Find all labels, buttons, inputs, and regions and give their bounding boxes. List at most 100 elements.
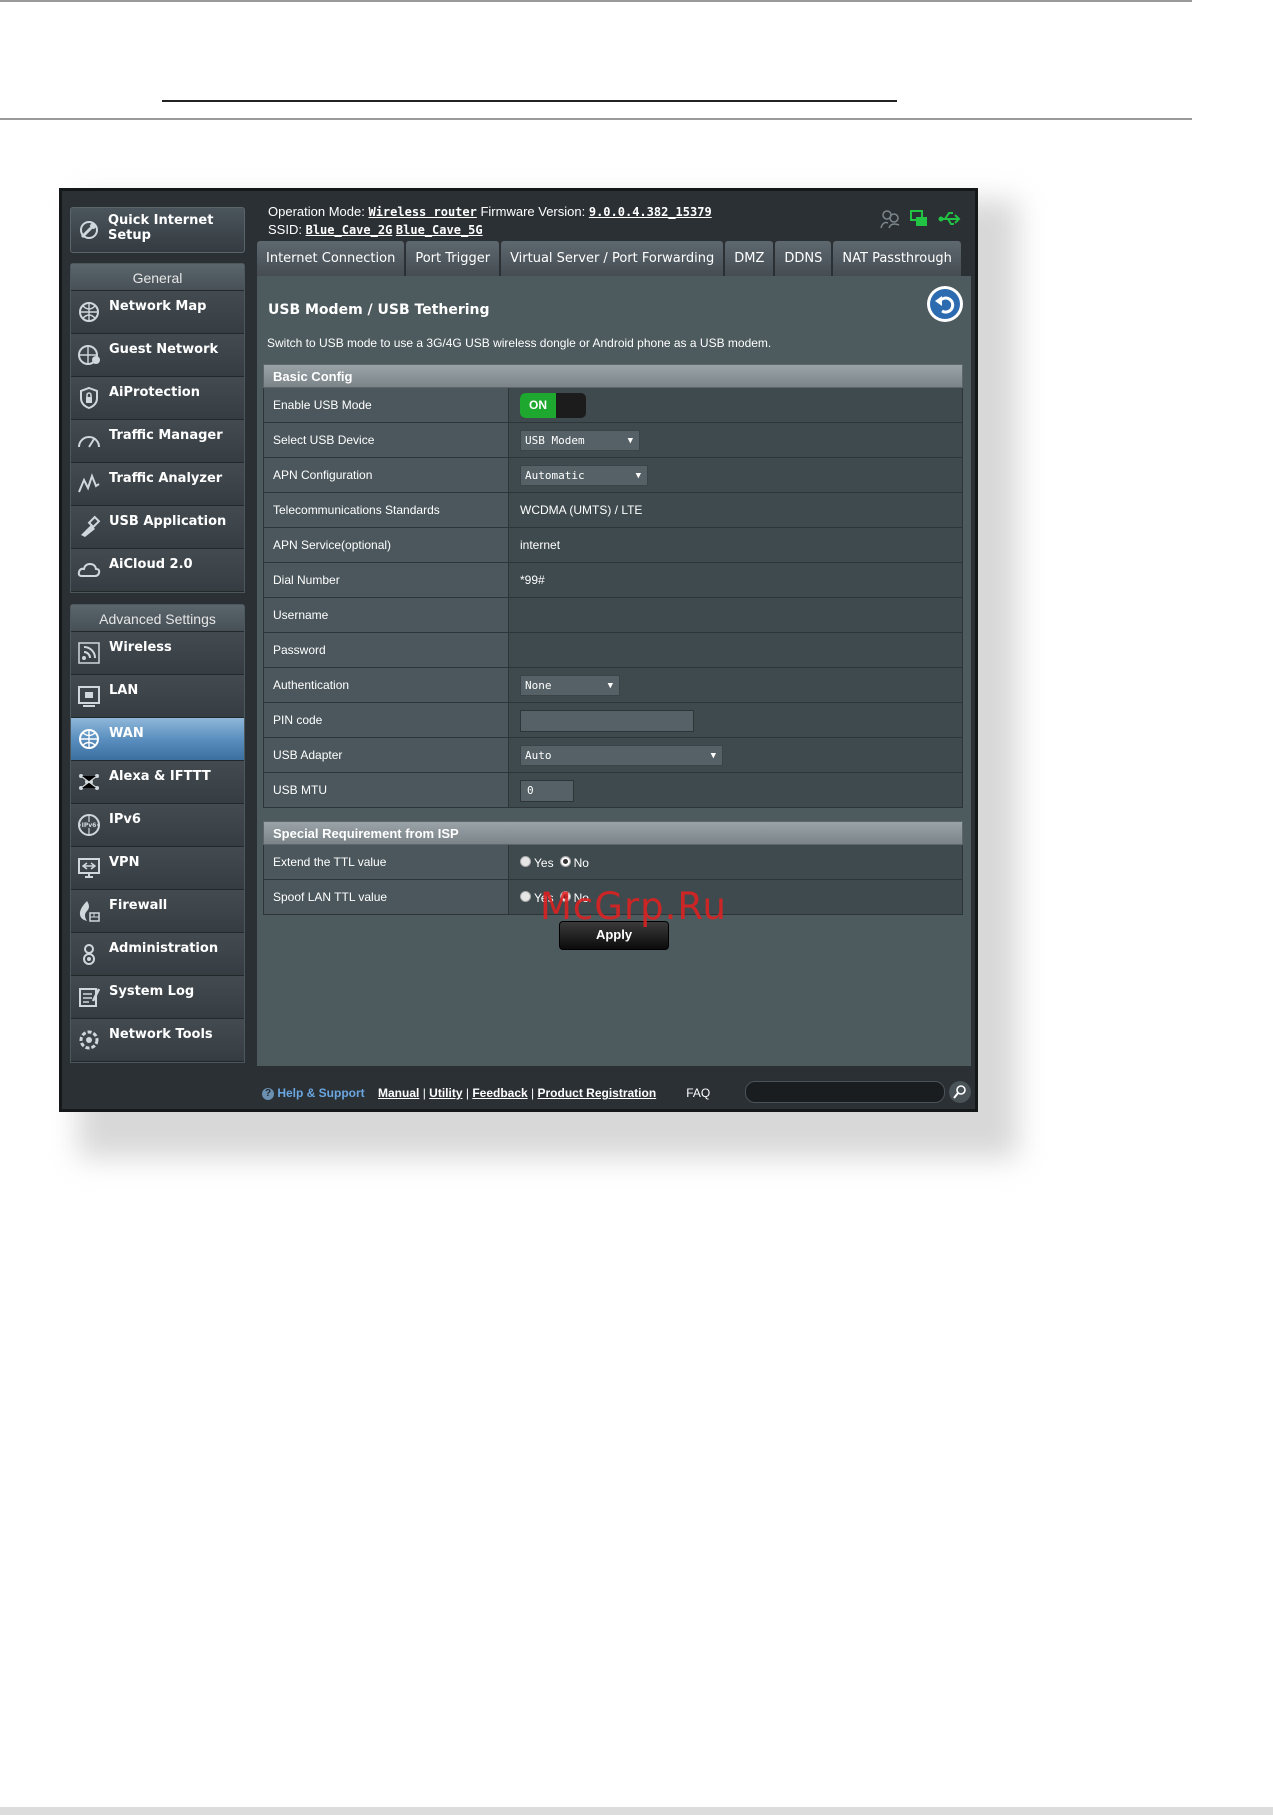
back-button[interactable] [927, 286, 963, 322]
sidebar-item-wireless[interactable]: Wireless [71, 632, 244, 675]
sidebar-item-guest-network[interactable]: Guest Network [71, 334, 244, 377]
sidebar-item-aiprotection[interactable]: AiProtection [71, 377, 244, 420]
dropdown-arrow-icon: ▼ [627, 436, 633, 446]
spoof-ttl-label: Spoof LAN TTL value [264, 880, 509, 914]
faq-search-button[interactable] [949, 1081, 971, 1103]
pin-code-input[interactable] [520, 710, 694, 732]
faq-search-input[interactable] [745, 1081, 945, 1103]
lan-icon [78, 686, 100, 707]
row-telecom-standards: Telecommunications Standards WCDMA (UMTS… [263, 493, 963, 528]
operation-mode-line: Operation Mode: Wireless router Firmware… [268, 203, 712, 221]
sidebar-item-label: LAN [109, 683, 139, 698]
sidebar-item-traffic-analyzer[interactable]: Traffic Analyzer [71, 463, 244, 506]
authentication-select[interactable]: None ▼ [520, 675, 620, 696]
tab-internet-connection[interactable]: Internet Connection [257, 241, 405, 276]
ssid-5g-link[interactable]: Blue_Cave_5G [396, 223, 483, 237]
sidebar-item-aicloud[interactable]: AiCloud 2.0 [71, 549, 244, 592]
traffic-analyzer-icon [78, 473, 100, 493]
sidebar-item-network-tools[interactable]: Network Tools [71, 1019, 244, 1062]
sidebar-item-label: Guest Network [109, 342, 219, 357]
ssid-2g-link[interactable]: Blue_Cave_2G [306, 223, 393, 237]
sidebar-item-label: Firewall [109, 898, 168, 913]
sidebar-item-firewall[interactable]: Firewall [71, 890, 244, 933]
extend-ttl-yes-radio[interactable] [520, 856, 531, 868]
extend-ttl-no-radio[interactable] [559, 856, 571, 868]
dropdown-arrow-icon: ▼ [635, 471, 641, 481]
dropdown-arrow-icon: ▼ [607, 681, 613, 691]
sidebar-item-administration[interactable]: Administration [71, 933, 244, 976]
row-pin-code: PIN code [263, 703, 963, 738]
operation-mode-link[interactable]: Wireless router [368, 205, 476, 219]
footer-separator: | [531, 1086, 535, 1100]
quick-internet-setup-button[interactable]: Quick Internet Setup [70, 207, 245, 253]
usb-mtu-input[interactable]: 0 [520, 780, 574, 802]
authentication-label: Authentication [264, 668, 509, 702]
clients-icon[interactable] [879, 209, 901, 229]
sidebar-item-label: Wireless [109, 640, 172, 655]
router-ui-screenshot: Quick Internet Setup General Network Map… [59, 188, 978, 1112]
row-extend-ttl: Extend the TTL value Yes No [263, 845, 963, 880]
row-usb-adapter: USB Adapter Auto ▼ [263, 738, 963, 773]
tab-nat-passthrough[interactable]: NAT Passthrough [833, 241, 961, 276]
enable-usb-mode-toggle[interactable]: ON [520, 393, 586, 418]
sidebar-item-label: System Log [109, 984, 195, 999]
status-icons [879, 209, 961, 229]
footer-links: ? Help & Support Manual | Utility | Feed… [262, 1086, 710, 1100]
tab-port-trigger[interactable]: Port Trigger [406, 241, 500, 276]
usb-mtu-label: USB MTU [264, 773, 509, 807]
sidebar-item-alexa-ifttt[interactable]: Alexa & IFTTT [71, 761, 244, 804]
wan-globe-icon [79, 729, 99, 749]
sidebar-item-wan[interactable]: WAN [71, 718, 244, 761]
sidebar-item-usb-application[interactable]: USB Application [71, 506, 244, 549]
sidebar-item-traffic-manager[interactable]: Traffic Manager [71, 420, 244, 463]
username-label: Username [264, 598, 509, 632]
firmware-version-link[interactable]: 9.0.0.4.382_15379 [589, 205, 712, 219]
ssid-label: SSID: [268, 222, 302, 237]
product-registration-link[interactable]: Product Registration [538, 1086, 657, 1100]
dropdown-arrow-icon: ▼ [710, 751, 716, 761]
back-arrow-icon [935, 296, 955, 314]
feedback-link[interactable]: Feedback [472, 1086, 527, 1100]
usb-device-select-value: USB Modem [525, 434, 585, 447]
page-title: USB Modem / USB Tethering [268, 302, 490, 318]
row-password: Password [263, 633, 963, 668]
svg-text:IPv6: IPv6 [82, 822, 97, 829]
tab-dmz[interactable]: DMZ [725, 241, 774, 276]
sidebar-item-network-map[interactable]: Network Map [71, 291, 244, 334]
sidebar-item-label: USB Application [109, 514, 227, 529]
spoof-ttl-yes-radio[interactable] [520, 891, 531, 903]
sidebar-item-label: Administration [109, 941, 219, 956]
top-rule [0, 0, 1192, 2]
pin-code-label: PIN code [264, 703, 509, 737]
manual-link[interactable]: Manual [378, 1086, 419, 1100]
sidebar-item-system-log[interactable]: System Log [71, 976, 244, 1019]
sidebar-item-label: VPN [109, 855, 140, 870]
operation-mode-label: Operation Mode: [268, 204, 365, 219]
apn-configuration-value: Automatic ▼ [510, 458, 962, 492]
network-status-icon[interactable] [909, 209, 929, 229]
apn-configuration-select[interactable]: Automatic ▼ [520, 465, 648, 486]
usb-status-icon[interactable] [937, 209, 961, 229]
apn-service-label: APN Service(optional) [264, 528, 509, 562]
extend-ttl-no-label: No [573, 855, 589, 870]
usb-adapter-select[interactable]: Auto ▼ [520, 745, 723, 766]
sidebar-item-lan[interactable]: LAN [71, 675, 244, 718]
sidebar-item-label: IPv6 [109, 812, 141, 827]
utility-link[interactable]: Utility [429, 1086, 462, 1100]
tab-ddns[interactable]: DDNS [775, 241, 832, 276]
ipv6-icon: IPv6 [78, 814, 100, 836]
sidebar-advanced-group: Advanced Settings Wireless LAN WAN Alexa… [70, 604, 245, 1063]
usb-device-select[interactable]: USB Modem ▼ [520, 430, 640, 451]
main-panel: USB Modem / USB Tethering Switch to USB … [257, 276, 971, 1066]
enable-usb-mode-label: Enable USB Mode [264, 388, 509, 422]
sidebar-item-vpn[interactable]: VPN [71, 847, 244, 890]
extend-ttl-yes-label: Yes [534, 855, 554, 870]
status-bar: Operation Mode: Wireless router Firmware… [268, 203, 712, 239]
telecom-standards-label: Telecommunications Standards [264, 493, 509, 527]
page-footer-band [0, 1807, 1273, 1815]
network-map-icon [79, 302, 99, 322]
guest-network-icon [78, 345, 100, 365]
select-usb-device-label: Select USB Device [264, 423, 509, 457]
sidebar-item-ipv6[interactable]: IPv6 IPv6 [71, 804, 244, 847]
tab-virtual-server[interactable]: Virtual Server / Port Forwarding [501, 241, 724, 276]
